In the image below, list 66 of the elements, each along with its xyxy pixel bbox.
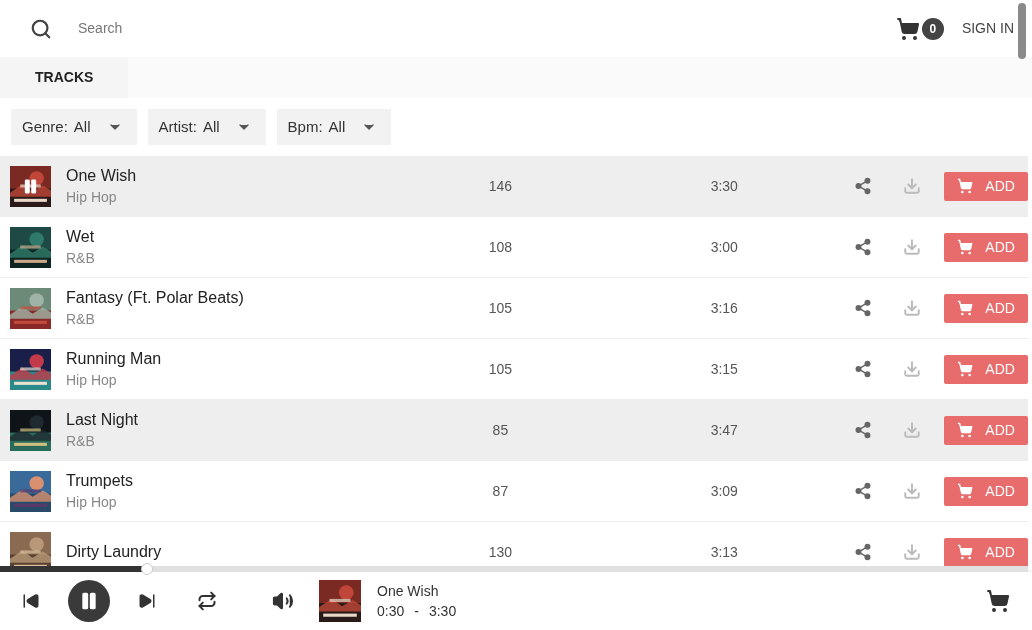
cart-icon: [957, 544, 974, 560]
share-icon[interactable]: [854, 177, 873, 195]
time-separator: -: [414, 602, 419, 621]
track-genre: Hip Hop: [66, 371, 118, 390]
duration-cell-text: 3:30: [709, 176, 739, 196]
track-title: Running Man: [66, 349, 163, 369]
duration-cell-text: 3:00: [709, 237, 739, 257]
cart-icon: [957, 422, 974, 438]
volume-icon[interactable]: [272, 590, 294, 612]
duration-cell-text: 3:13: [709, 542, 739, 562]
track-title: Fantasy (Ft. Polar Beats): [66, 288, 245, 308]
bpm-cell-text: 146: [487, 176, 514, 196]
total-time: 3:30: [428, 602, 457, 621]
share-icon[interactable]: [854, 360, 873, 378]
elapsed-time: 0:30: [377, 602, 405, 621]
sign-in-button[interactable]: SIGN IN: [961, 18, 1014, 39]
cart-icon: [957, 239, 974, 255]
repeat-icon[interactable]: [197, 591, 217, 611]
track-genre: R&B: [66, 310, 96, 329]
search-icon[interactable]: [30, 17, 52, 40]
track-genre: Hip Hop: [66, 188, 118, 207]
share-icon[interactable]: [854, 238, 873, 256]
track-title: Dirty Laundry: [66, 542, 163, 562]
tab[interactable]: TRACKS: [0, 57, 129, 98]
duration-cell-text: 3:15: [709, 359, 739, 379]
track-title: Last Night: [66, 410, 140, 430]
share-icon[interactable]: [854, 299, 873, 317]
track-genre: R&B: [66, 249, 96, 268]
track-genre: R&B: [66, 432, 96, 451]
share-icon[interactable]: [854, 543, 873, 561]
track-title: One Wish: [66, 166, 138, 186]
cart-icon: [957, 361, 974, 377]
bpm-cell-text: 130: [487, 542, 514, 562]
scrollbar[interactable]: [1018, 3, 1026, 59]
now-playing-title: One Wish: [377, 582, 440, 601]
cart-count-badge: 0: [921, 17, 944, 40]
duration-cell-text: 3:16: [709, 298, 739, 318]
bpm-cell-text: 105: [487, 359, 514, 379]
filter-dropdown[interactable]: Bpm: All: [276, 109, 392, 145]
duration-cell-text: 3:09: [709, 481, 739, 501]
bpm-cell-text: 85: [491, 420, 510, 440]
bpm-cell-text: 105: [487, 298, 514, 318]
pause-icon[interactable]: [22, 177, 39, 195]
search-field[interactable]: Search: [78, 18, 896, 39]
share-icon[interactable]: [854, 482, 873, 500]
cart-icon[interactable]: [895, 16, 920, 41]
track-genre: Hip Hop: [66, 493, 118, 512]
cart-icon[interactable]: [986, 589, 1010, 613]
next-icon[interactable]: [138, 592, 156, 610]
track-row[interactable]: One Wish Hip Hop 146 3:30 ADD: [0, 156, 1028, 217]
cart-icon: [957, 300, 974, 316]
track-title: Trumpets: [66, 471, 134, 491]
bpm-cell-text: 108: [487, 237, 514, 257]
cart-icon: [957, 483, 974, 499]
bpm-cell-text: 87: [491, 481, 510, 501]
play-pause-button[interactable]: [68, 580, 110, 622]
cart-icon: [957, 178, 974, 194]
share-icon[interactable]: [854, 421, 873, 439]
filter-dropdown[interactable]: Genre: All: [11, 109, 137, 145]
track-row[interactable]: Last Night R&B 85 3:47 ADD: [0, 400, 1028, 461]
previous-icon[interactable]: [22, 592, 40, 610]
progress-track[interactable]: [0, 566, 1028, 572]
track-title: Wet: [66, 227, 96, 247]
filter-dropdown[interactable]: Artist: All: [147, 109, 266, 145]
pause-icon: [79, 591, 99, 611]
duration-cell-text: 3:47: [709, 420, 739, 440]
